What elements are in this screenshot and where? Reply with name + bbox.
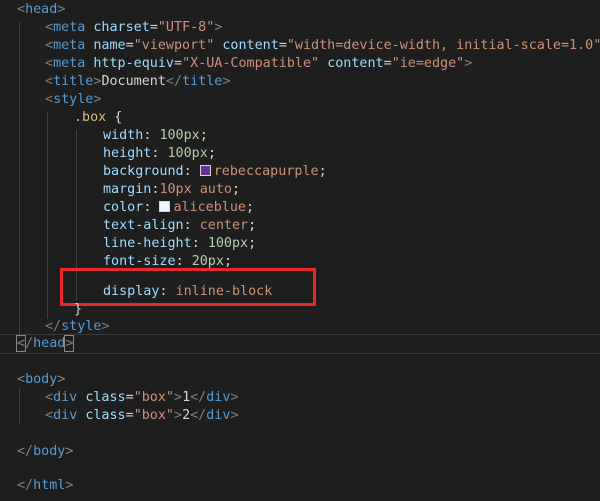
css-value: 10px auto	[159, 182, 232, 197]
css-property: width	[103, 128, 144, 143]
tag-name: title	[53, 74, 94, 89]
attr-name: content	[222, 38, 279, 53]
css-value: aliceblue	[173, 200, 246, 215]
attr-value: "X-UA-Compatible"	[182, 56, 320, 71]
code-line[interactable]: </html>	[0, 477, 600, 495]
attr-name: http-equiv	[93, 56, 174, 71]
tag-name: head	[25, 2, 58, 17]
css-property: font-size	[103, 254, 176, 269]
code-line[interactable]: margin:10px auto;	[0, 181, 600, 199]
attr-value: "box"	[133, 390, 174, 405]
code-line[interactable]: }	[0, 301, 600, 319]
title-text: Document	[101, 74, 166, 89]
attr-value: "width=device-width, initial-scale=1.0"	[286, 38, 600, 53]
tag-name: head	[33, 336, 66, 351]
code-line[interactable]: <div class="box">2</div>	[0, 407, 600, 425]
attr-value: "UTF-8"	[157, 20, 215, 35]
attr-name: class	[85, 408, 126, 423]
code-line[interactable]: <div class="box">1</div>	[0, 389, 600, 407]
css-value: 100px	[167, 146, 208, 161]
css-property: margin	[103, 182, 152, 197]
css-property: color	[103, 200, 144, 215]
css-property: height	[103, 146, 152, 161]
code-line[interactable]: background: rebeccapurple;	[0, 163, 600, 181]
code-line[interactable]: text-align: center;	[0, 217, 600, 235]
code-line[interactable]: </body>	[0, 443, 600, 461]
css-property: line-height	[103, 236, 192, 251]
code-line[interactable]: <meta name="viewport" content="width=dev…	[0, 37, 600, 55]
code-editor[interactable]: <head> <meta charset="UTF-8"> <meta name…	[0, 0, 600, 501]
code-line[interactable]: color: aliceblue;	[0, 199, 600, 217]
attr-value: "box"	[133, 408, 174, 423]
tag-name: div	[206, 390, 231, 405]
code-line[interactable]: </style>	[0, 318, 600, 336]
code-line[interactable]: height: 100px;	[0, 145, 600, 163]
code-line[interactable]: <body>	[0, 371, 600, 389]
tag-name: title	[182, 74, 223, 89]
tag-name: div	[53, 408, 78, 423]
code-line[interactable]: width: 100px;	[0, 127, 600, 145]
tag-name: html	[33, 478, 66, 493]
div-text: 2	[182, 408, 191, 423]
tag-name: meta	[53, 20, 86, 35]
attr-name: charset	[93, 20, 150, 35]
css-value: 100px	[159, 128, 200, 143]
css-property: text-align	[103, 218, 184, 233]
code-line[interactable]: <meta charset="UTF-8">	[0, 19, 600, 37]
css-value: 100px	[207, 236, 249, 251]
tag-name: style	[53, 92, 94, 107]
attr-name: name	[93, 38, 126, 53]
css-selector: .box	[74, 110, 107, 125]
code-line[interactable]: line-height: 100px;	[0, 235, 600, 253]
tag-name: div	[53, 390, 78, 405]
code-line[interactable]: .box {	[0, 109, 600, 127]
tag-name: body	[25, 372, 58, 387]
attr-value: "ie=edge"	[391, 56, 465, 71]
code-line[interactable]: <head>	[0, 1, 600, 19]
attr-name: content	[327, 56, 384, 71]
css-property: background	[103, 164, 184, 179]
css-value: rebeccapurple	[213, 164, 319, 179]
color-swatch-icon[interactable]	[159, 201, 171, 212]
tag-name: meta	[53, 38, 86, 53]
code-line[interactable]: <title>Document</title>	[0, 73, 600, 91]
color-swatch-icon[interactable]	[199, 165, 211, 176]
tag-name: body	[33, 444, 66, 459]
tag-name: meta	[53, 56, 86, 71]
tag-name: div	[206, 408, 231, 423]
code-line[interactable]: <meta http-equiv="X-UA-Compatible" conte…	[0, 55, 600, 73]
div-text: 1	[182, 390, 191, 405]
code-line[interactable]: <style>	[0, 91, 600, 109]
tag-name: style	[61, 319, 102, 334]
css-value: center	[199, 218, 249, 233]
attr-value: "viewport"	[133, 38, 215, 53]
css-value: 20px	[191, 254, 224, 269]
attr-name: class	[85, 390, 126, 405]
code-line[interactable]: </head>	[0, 335, 600, 353]
